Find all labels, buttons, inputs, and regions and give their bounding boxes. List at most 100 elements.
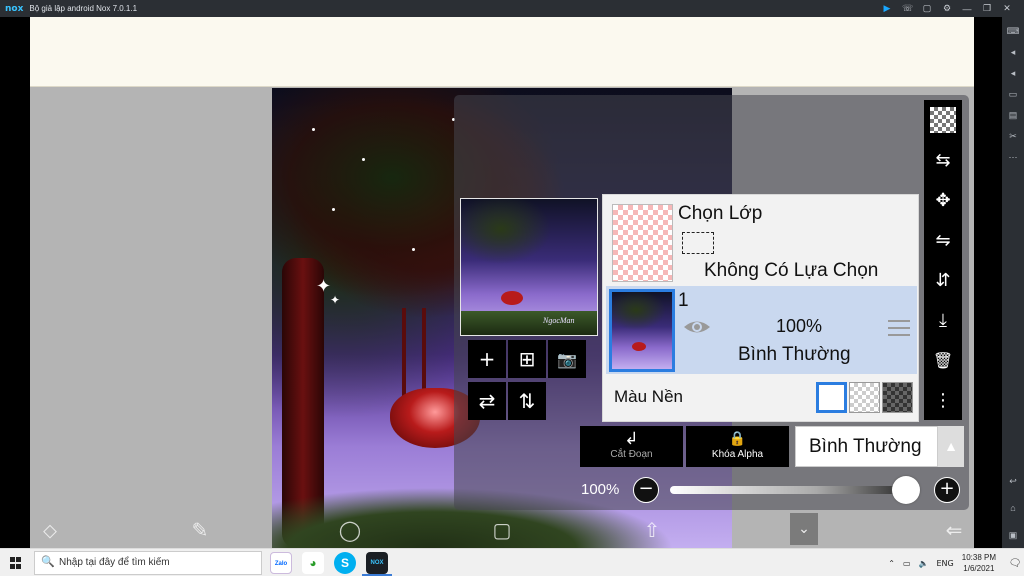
phone-icon[interactable]: ☏: [902, 3, 913, 14]
blend-mode-arrow-icon[interactable]: ▲: [938, 426, 964, 467]
network-icon[interactable]: ▭: [903, 559, 911, 568]
move-icon[interactable]: ✥: [924, 182, 962, 218]
more-vertical-icon[interactable]: ⋮: [924, 382, 962, 418]
eye-icon[interactable]: [682, 316, 712, 338]
clock-time: 10:38 PM: [961, 553, 996, 562]
scissors-icon[interactable]: ✂: [1006, 129, 1020, 143]
star: [332, 208, 335, 211]
drag-handle-icon[interactable]: [888, 320, 910, 336]
add-layer-icon[interactable]: ⊞: [508, 340, 546, 378]
background-color-row: Màu Nền: [606, 376, 917, 418]
clip-label: Cắt Đoạn: [610, 449, 653, 460]
brush-icon[interactable]: ✎: [186, 516, 214, 544]
keyboard-icon[interactable]: ⌨: [1006, 24, 1020, 38]
play-icon[interactable]: ▶: [882, 3, 892, 14]
selection-status: Không Có Lựa Chọn: [704, 260, 879, 281]
camera-icon[interactable]: 📷: [548, 340, 586, 378]
emulator-titlebar: nox Bộ giả lập android Nox 7.0.1.1 ▶ ☏ ▢…: [0, 0, 1024, 17]
flip-h-icon[interactable]: ⇋: [924, 222, 962, 258]
windows-logo-icon: [10, 557, 22, 569]
add-icon[interactable]: +: [468, 340, 506, 378]
emulator-window-controls: ▶ ☏ ▢ ⚙ — ❐ ✕: [882, 0, 1012, 17]
square-icon[interactable]: ▢: [488, 516, 516, 544]
canvas-thumbnail[interactable]: NgocMan: [460, 198, 598, 336]
back-icon[interactable]: ↩: [1006, 474, 1020, 488]
nox-app-icon[interactable]: NOX: [366, 552, 388, 574]
emulator-sidebar: ⌨ ◂ ◂ ▭ ▤ ✂ ⋯ ↩ ⌂ ▣: [1002, 17, 1024, 548]
selection-layer-title: Chọn Lớp: [678, 203, 763, 224]
search-placeholder: Nhập tại đây để tìm kiếm: [59, 557, 170, 568]
recent-apps-icon[interactable]: ▣: [1006, 528, 1020, 542]
opacity-increase-button[interactable]: +: [934, 477, 960, 503]
thumbnail-signature: NgocMan: [543, 316, 575, 325]
opacity-decrease-button[interactable]: −: [633, 477, 659, 503]
start-button[interactable]: [0, 549, 32, 576]
thumbnail-grass: [461, 311, 597, 335]
trash-icon[interactable]: 🗑: [924, 342, 962, 378]
emulator-title: Bộ giả lập android Nox 7.0.1.1: [29, 4, 138, 13]
collapse-chevron-icon[interactable]: ⌄: [790, 513, 818, 545]
layer-1-thumbnail: [609, 289, 675, 372]
browser-app-icon[interactable]: ◕: [302, 552, 324, 574]
background-dark-swatch[interactable]: [882, 382, 913, 413]
canvas-bottom-bar: ⬦ ✎ ◯ ▢ ⇧ ⇐: [30, 511, 974, 548]
layer-list: Chọn Lớp Không Có Lựa Chọn 1 100% Bình T…: [602, 194, 919, 422]
android-screen: ✦ ✦ ⬦ ✎ ◯ ▢ ⇧ ⇐ ⌄ NgocMan + ⊞ 📷 ⇄ ⇅ ⇆ ✥ …: [30, 17, 974, 548]
volume-icon[interactable]: 🔈: [919, 559, 929, 568]
screen-icon[interactable]: ▭: [1006, 87, 1020, 101]
flip-vertical-icon[interactable]: ⇅: [508, 382, 546, 420]
language-indicator[interactable]: ENG: [937, 559, 954, 568]
selection-layer-row[interactable]: Chọn Lớp Không Có Lựa Chọn: [606, 198, 917, 286]
transform-icon[interactable]: ⇆: [924, 142, 962, 178]
arrow-up-icon[interactable]: ⇧: [638, 516, 666, 544]
taskbar-clock[interactable]: 10:38 PM 1/6/2021: [962, 552, 996, 574]
emulator-left-border: [0, 17, 30, 548]
layer-row-1[interactable]: 1 100% Bình Thường: [606, 286, 917, 374]
back-arrow-icon[interactable]: ⇐: [940, 516, 968, 544]
opacity-label: 100%: [581, 481, 620, 498]
opacity-slider-track[interactable]: [670, 486, 914, 494]
transparency-icon[interactable]: [924, 102, 962, 138]
skype-app-icon[interactable]: S: [334, 552, 356, 574]
merge-down-icon[interactable]: ⤓: [924, 302, 962, 338]
volume-up-icon[interactable]: ◂: [1006, 45, 1020, 59]
alpha-lock-button[interactable]: 🔒 Khóa Alpha: [686, 426, 789, 467]
opacity-slider-knob[interactable]: [892, 476, 920, 504]
apk-icon[interactable]: ▤: [1006, 108, 1020, 122]
background-transparent-swatch[interactable]: [849, 382, 880, 413]
layer-tool-grid: + ⊞ 📷 ⇄ ⇅: [468, 340, 587, 421]
clip-icon: ↲: [624, 429, 639, 449]
flip-horizontal-icon[interactable]: ⇄: [468, 382, 506, 420]
background-color-label: Màu Nền: [614, 387, 683, 406]
skin-icon[interactable]: ▢: [922, 3, 932, 14]
app-top-bar: [30, 17, 974, 87]
close-icon[interactable]: ✕: [1002, 3, 1012, 14]
clip-button[interactable]: ↲ Cắt Đoạn: [580, 426, 683, 467]
blend-mode-select[interactable]: Bình Thường: [795, 426, 938, 467]
system-tray: ⌃ ▭ 🔈 ENG 10:38 PM 1/6/2021 🗨: [888, 549, 1024, 576]
home-icon[interactable]: ⌂: [1006, 501, 1020, 515]
notification-icon[interactable]: 🗨: [1006, 549, 1024, 576]
maximize-icon[interactable]: ❐: [982, 3, 992, 14]
more-icon[interactable]: ⋯: [1006, 150, 1020, 164]
layer-1-name: 1: [678, 290, 689, 311]
zalo-app-icon[interactable]: Zalo: [270, 552, 292, 574]
swing-rope: [422, 308, 426, 398]
selection-layer-thumbnail: [612, 204, 673, 282]
swing-rope: [402, 308, 406, 398]
rotate-icon[interactable]: ⬦: [36, 516, 64, 544]
taskbar-search-input[interactable]: 🔍 Nhập tại đây để tìm kiếm: [34, 551, 262, 575]
circle-icon[interactable]: ◯: [336, 516, 364, 544]
windows-taskbar: 🔍 Nhập tại đây để tìm kiếm Zalo ◕ S NOX …: [0, 548, 1024, 576]
layer-1-blend-mode: Bình Thường: [738, 344, 851, 365]
tray-chevron-icon[interactable]: ⌃: [888, 559, 895, 568]
settings-icon[interactable]: ⚙: [942, 3, 952, 14]
sparkle: ✦: [330, 293, 341, 307]
background-white-swatch[interactable]: [816, 382, 847, 413]
minimize-icon[interactable]: —: [962, 4, 972, 14]
layer-1-thumbnail-swing: [632, 342, 646, 351]
flip-v-icon[interactable]: ⇵: [924, 262, 962, 298]
sparkle: ✦: [316, 276, 332, 297]
alpha-lock-icon: 🔒: [728, 431, 747, 447]
volume-down-icon[interactable]: ◂: [1006, 66, 1020, 80]
